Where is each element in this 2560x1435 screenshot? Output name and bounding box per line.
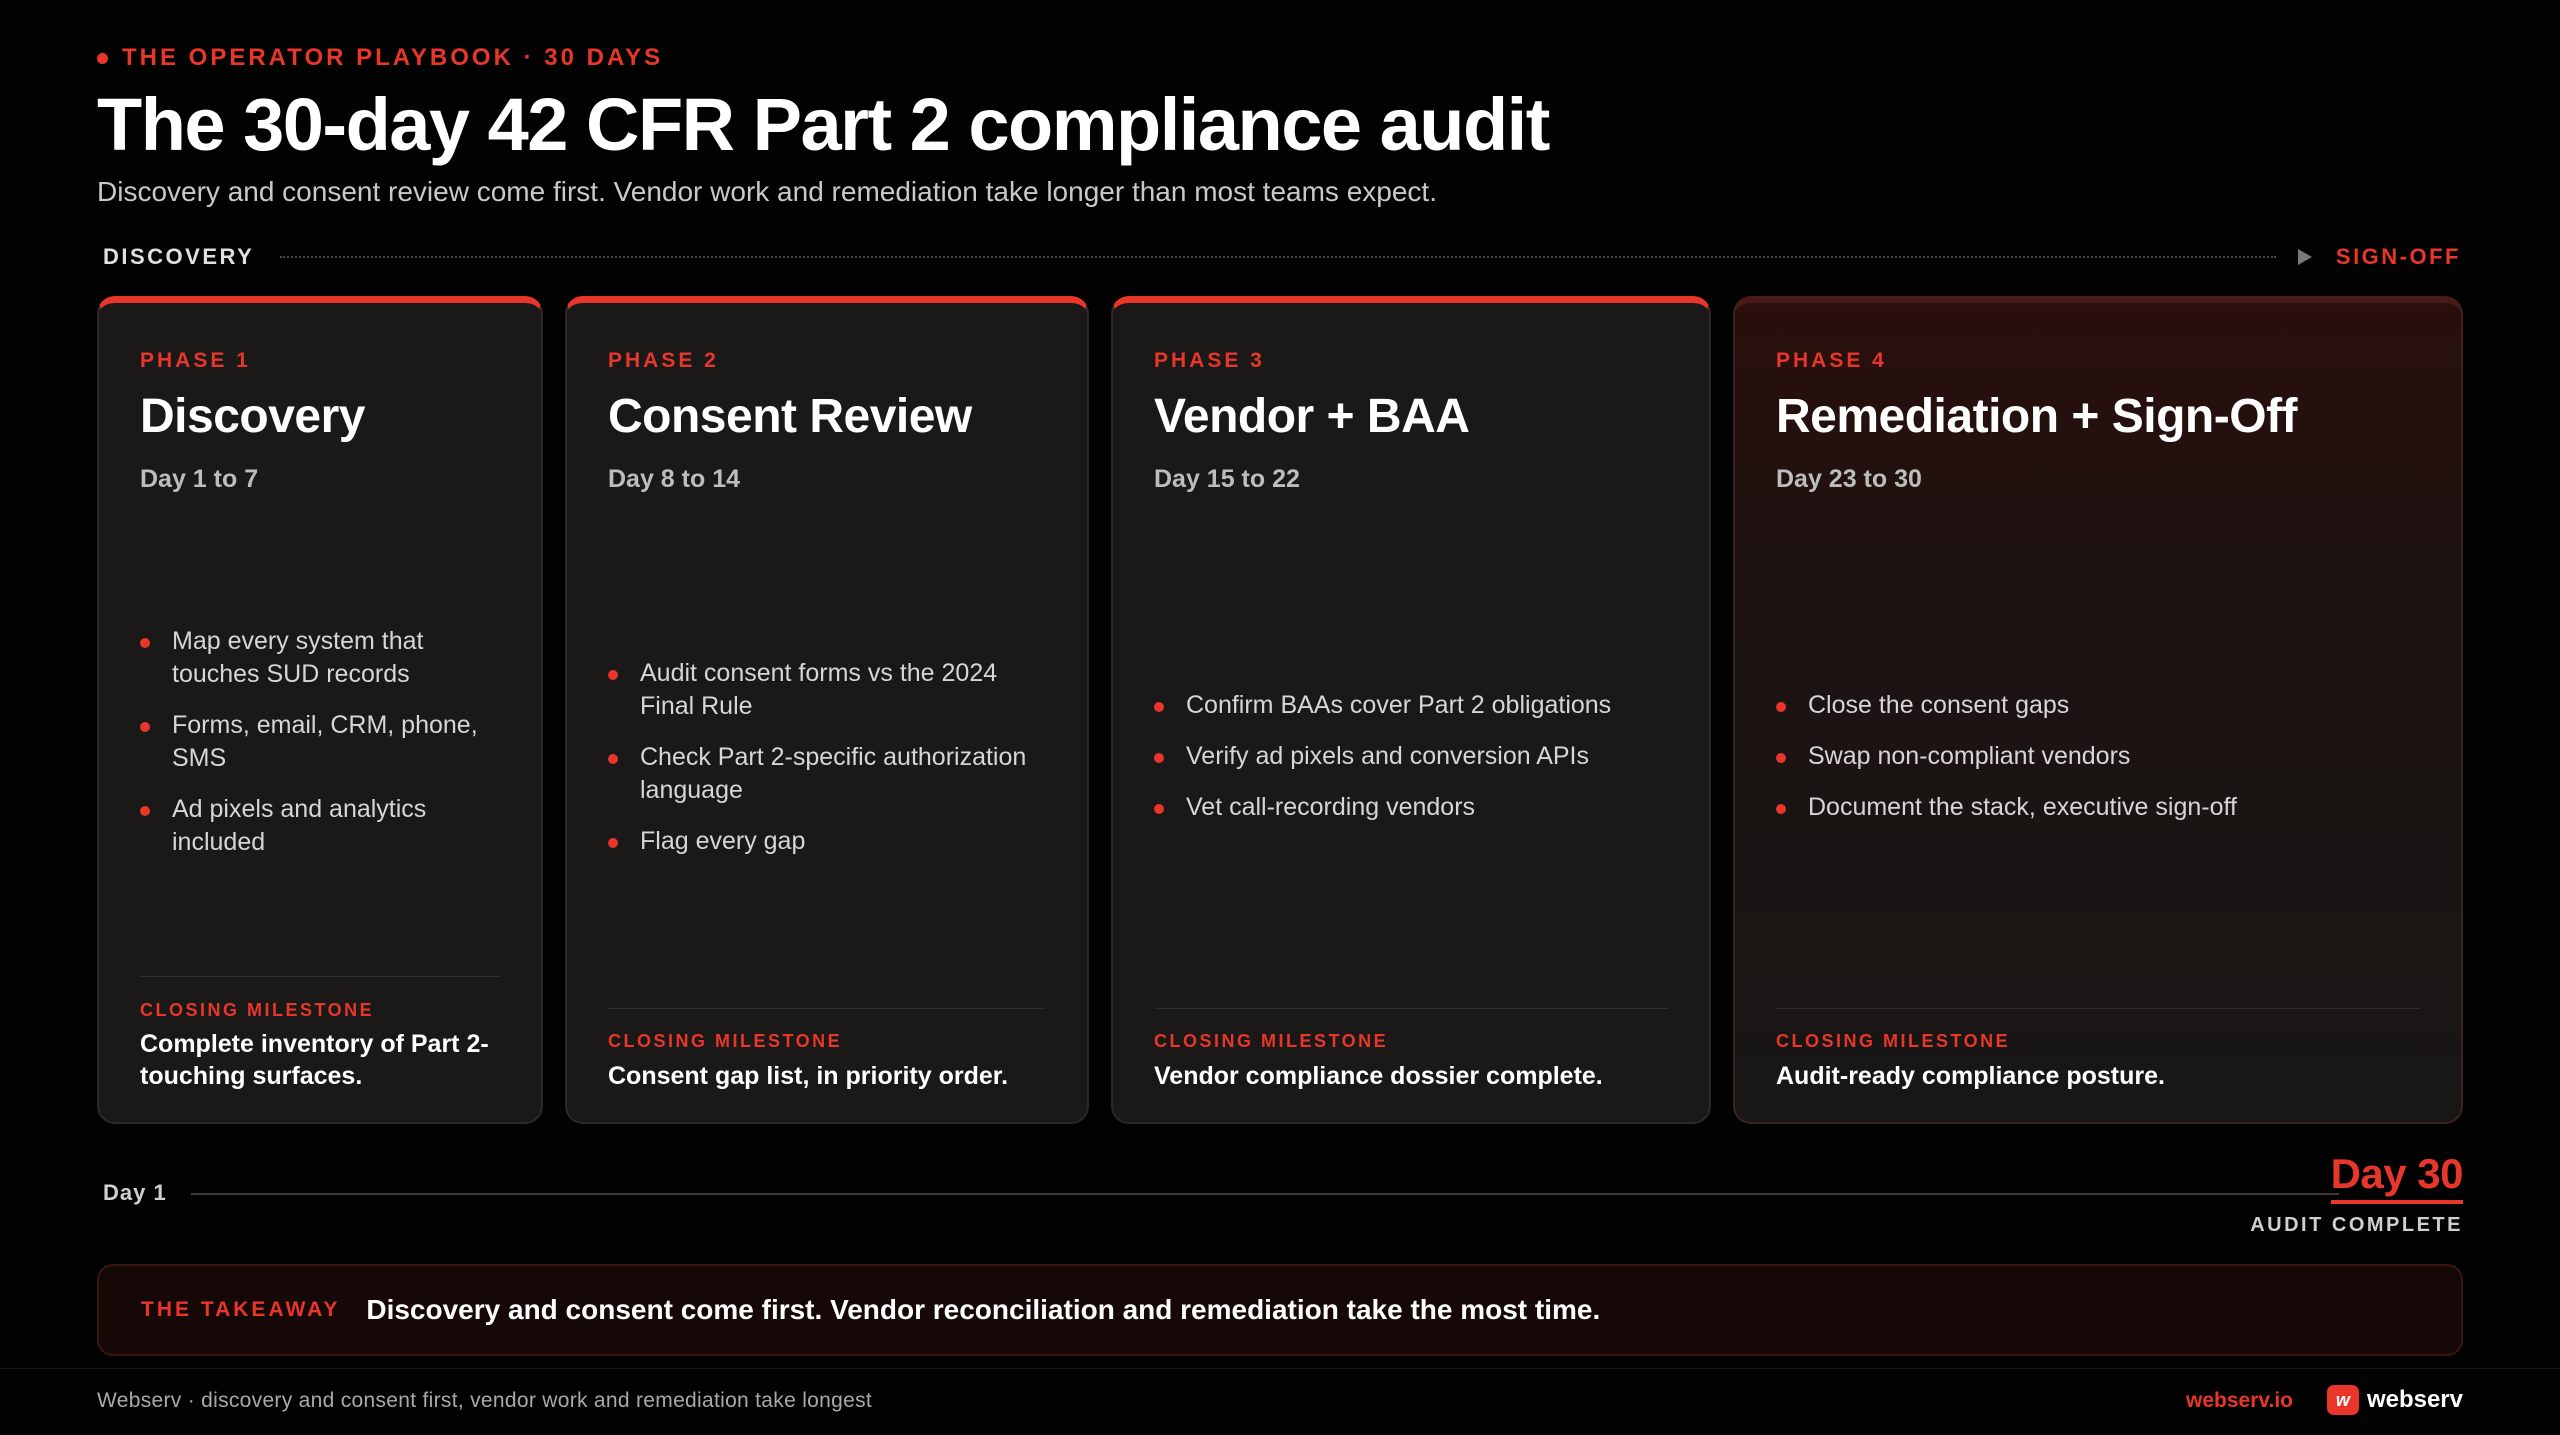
footer-caption: Webserv · discovery and consent first, v… <box>97 1389 873 1412</box>
eyebrow: THE OPERATOR PLAYBOOK · 30 DAYS <box>97 44 663 72</box>
milestone-label: CLOSING MILESTONE <box>608 1031 843 1051</box>
phase-range: Day 1 to 7 <box>140 465 259 493</box>
bullet-dot-icon <box>608 754 618 764</box>
bullet-dot-icon <box>1154 804 1164 814</box>
timeline-end: Day 30 AUDIT COMPLETE <box>2250 1150 2463 1237</box>
list-item: Map every system that touches SUD record… <box>140 625 511 691</box>
list-item: Forms, email, CRM, phone, SMS <box>140 709 511 775</box>
milestone-text: Audit-ready compliance posture. <box>1776 1062 2165 1090</box>
phase-bullets: Confirm BAAs cover Part 2 obligations Ve… <box>1154 689 1679 842</box>
bullet-dot-icon <box>1154 753 1164 763</box>
list-item: Document the stack, executive sign-off <box>1776 791 2431 824</box>
page-title: The 30-day 42 CFR Part 2 compliance audi… <box>97 83 1550 166</box>
timeline-end-caption: AUDIT COMPLETE <box>2250 1214 2463 1236</box>
list-item: Verify ad pixels and conversion APIs <box>1154 740 1679 773</box>
bullet-dot-icon <box>140 638 150 648</box>
list-item: Check Part 2-specific authorization lang… <box>608 741 1057 807</box>
milestone-divider <box>1776 1008 2420 1009</box>
bullet-dot-icon <box>140 722 150 732</box>
flow-indicator: DISCOVERY SIGN-OFF <box>103 242 2461 272</box>
flow-end-label: SIGN-OFF <box>2335 244 2461 269</box>
bullet-dot-icon <box>1776 702 1786 712</box>
milestone-divider <box>608 1008 1046 1009</box>
eyebrow-dot-icon <box>97 52 108 64</box>
milestone-label: CLOSING MILESTONE <box>1154 1031 1389 1051</box>
milestone-divider <box>1154 1008 1668 1009</box>
flow-start-label: DISCOVERY <box>103 244 255 269</box>
phase-label: PHASE 1 <box>140 349 251 372</box>
phase-range: Day 15 to 22 <box>1154 465 1300 493</box>
brand-name: webserv <box>2366 1386 2463 1413</box>
bullet-dot-icon <box>608 670 618 680</box>
phase-range: Day 8 to 14 <box>608 465 741 493</box>
list-item: Flag every gap <box>608 825 1057 858</box>
timeline-end-label: Day 30 <box>2330 1150 2464 1204</box>
phase-card-4: PHASE 4 Remediation + Sign-Off Day 23 to… <box>1733 296 2463 1124</box>
bullet-dot-icon <box>1776 753 1786 763</box>
page-subtitle: Discovery and consent review come first.… <box>97 176 1437 207</box>
phase-range: Day 23 to 30 <box>1776 465 1922 493</box>
milestone-text: Complete inventory of Part 2-touching su… <box>140 1030 489 1090</box>
arrow-right-icon <box>2297 249 2312 265</box>
phase-bullets: Map every system that touches SUD record… <box>140 625 511 877</box>
milestone-label: CLOSING MILESTONE <box>1776 1031 2011 1051</box>
list-item: Confirm BAAs cover Part 2 obligations <box>1154 689 1679 722</box>
eyebrow-text: THE OPERATOR PLAYBOOK · 30 DAYS <box>122 44 664 71</box>
bullet-dot-icon <box>608 838 618 848</box>
takeaway-text: Discovery and consent come first. Vendor… <box>366 1294 1601 1325</box>
bullet-dot-icon <box>140 806 150 816</box>
phase-card-2: PHASE 2 Consent Review Day 8 to 14 Audit… <box>565 296 1089 1124</box>
bullet-dot-icon <box>1776 804 1786 814</box>
milestone-text: Vendor compliance dossier complete. <box>1154 1062 1603 1090</box>
milestone-label: CLOSING MILESTONE <box>140 1000 375 1020</box>
flow-dotted-line <box>280 256 2276 258</box>
phase-title: Discovery <box>140 390 365 443</box>
timeline-line <box>191 1193 2339 1195</box>
list-item: Vet call-recording vendors <box>1154 791 1679 824</box>
list-item: Close the consent gaps <box>1776 689 2431 722</box>
phase-label: PHASE 3 <box>1154 349 1265 372</box>
phase-card-1: PHASE 1 Discovery Day 1 to 7 Map every s… <box>97 296 543 1124</box>
list-item: Ad pixels and analytics included <box>140 793 511 859</box>
phase-label: PHASE 4 <box>1776 349 1887 372</box>
milestone-divider <box>140 976 500 977</box>
phase-title: Remediation + Sign-Off <box>1776 390 2298 443</box>
footer-url-link[interactable]: webserv.io <box>2186 1389 2293 1413</box>
webserv-logo-icon: w <box>2326 1385 2359 1415</box>
phase-bullets: Audit consent forms vs the 2024 Final Ru… <box>608 657 1057 876</box>
brand-logo: w webserv <box>2326 1385 2463 1415</box>
takeaway-label: THE TAKEAWAY <box>141 1298 341 1321</box>
list-item: Swap non-compliant vendors <box>1776 740 2431 773</box>
bullet-dot-icon <box>1154 702 1164 712</box>
timeline-start-label: Day 1 <box>103 1180 167 1205</box>
milestone-text: Consent gap list, in priority order. <box>608 1062 1009 1090</box>
footer-divider <box>0 1368 2560 1369</box>
phase-bullets: Close the consent gaps Swap non-complian… <box>1776 689 2431 842</box>
list-item: Audit consent forms vs the 2024 Final Ru… <box>608 657 1057 723</box>
phase-label: PHASE 2 <box>608 349 719 372</box>
day-timeline: Day 1 Day 30 AUDIT COMPLETE <box>103 1150 2464 1236</box>
takeaway-banner: THE TAKEAWAY Discovery and consent come … <box>97 1264 2463 1356</box>
phase-card-3: PHASE 3 Vendor + BAA Day 15 to 22 Confir… <box>1111 296 1711 1124</box>
phase-title: Vendor + BAA <box>1154 390 1470 443</box>
phase-title: Consent Review <box>608 390 972 443</box>
